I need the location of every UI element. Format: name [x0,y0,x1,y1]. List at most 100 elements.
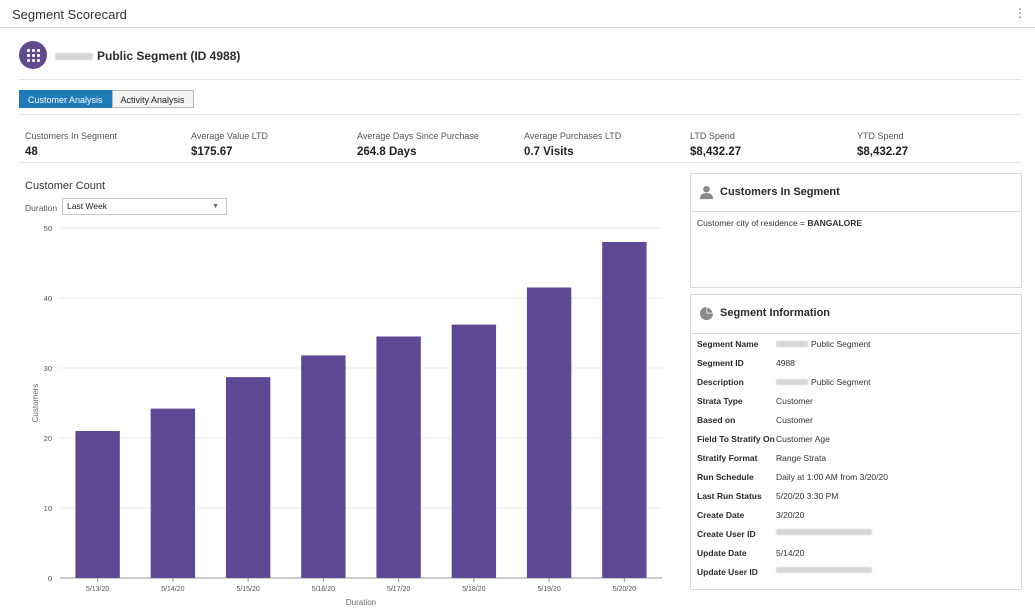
info-value: 4988 [776,358,795,368]
customer-count-chart: 0 10 20 30 40 50 5/13/20 5/14/20 5/15/20 5/16/20 5… [31,224,662,607]
x-tick-label: 5/20/20 [613,586,636,593]
metric-value: $8,432.27 [690,146,742,158]
duration-select[interactable]: Last Week ▼ [62,198,227,215]
info-key: Stratify Format [697,453,758,463]
x-tick-label: 5/14/20 [161,586,184,593]
metric-ytd-spend: YTD Spend $8,432.27 [857,131,908,158]
info-key: Create User ID [697,529,756,539]
tab-activity-analysis[interactable]: Activity Analysis [111,90,194,108]
metric-value: 264.8 Days [357,146,417,158]
info-key: Description [697,377,744,387]
x-tick-label: 5/16/20 [312,586,335,593]
info-value: 3/20/20 [776,510,804,520]
info-value-text: Public Segment [811,377,871,387]
bar [526,287,572,578]
person-icon [699,185,714,200]
info-key: Last Run Status [697,491,762,501]
info-value: Range Strata [776,453,826,463]
segment-name: Public Segment (ID 4988) [55,49,240,63]
info-value: 5/14/20 [776,548,804,558]
redacted-text [776,567,872,573]
panel-title: Customers In Segment [720,186,840,198]
metric-label: Average Value LTD [191,131,269,141]
metric-label: Customers In Segment [25,131,118,141]
segment-rule-value: BANGALORE [807,218,863,228]
y-tick-label: 30 [44,364,52,373]
page-title: Segment Scorecard [12,7,127,22]
duration-select-value: Last Week [67,201,108,211]
metric-value: $8,432.27 [857,146,909,158]
metric-ltd-spend: LTD Spend $8,432.27 [690,131,741,158]
divider [19,162,1021,163]
metric-value: $175.67 [191,146,233,158]
info-value-text: Customer Age [776,434,830,444]
redacted-text [776,379,808,385]
info-key: Run Schedule [697,472,754,482]
redacted-text [776,341,808,347]
metric-average-days-since-purchase: Average Days Since Purchase 264.8 Days [357,131,479,158]
customers-in-segment-panel: Customers In Segment Customer city of re… [690,173,1022,288]
metric-customers-in-segment: Customers In Segment 48 [25,131,117,158]
info-key: Update User ID [697,567,758,577]
y-tick-label: 40 [44,294,52,303]
metric-label: YTD Spend [857,131,904,141]
info-value-text: 4988 [776,358,795,368]
metric-average-value-ltd: Average Value LTD $175.67 [191,131,268,158]
info-value-text: Daily at 1:00 AM from 3/20/20 [776,472,888,482]
x-tick-label: 5/13/20 [86,586,109,593]
pie-chart-icon [699,306,714,321]
info-key: Based on [697,415,736,425]
redacted-text [776,529,872,535]
duration-label: Duration [25,203,58,213]
chart-title: Customer Count [25,180,106,192]
bar [75,431,120,578]
info-value-text: 5/20/20 3:30 PM [776,491,839,501]
metric-value: 48 [25,146,38,158]
metric-value: 0.7 Visits [524,146,574,158]
bar [301,355,346,578]
segment-information-panel: Segment Information Segment Name Public S… [690,294,1022,590]
bar [602,242,647,578]
x-tick-label: 5/15/20 [236,586,259,593]
panel-header: Customers In Segment [691,174,1021,212]
info-value: Public Segment [776,377,871,387]
segment-grid-icon [19,41,47,69]
metric-label: Average Purchases LTD [524,131,622,141]
y-tick-label: 0 [48,574,52,583]
segment-rule: Customer city of residence = BANGALORE [691,212,1021,234]
info-value: Customer [776,415,813,425]
info-value: Daily at 1:00 AM from 3/20/20 [776,472,888,482]
chevron-down-icon: ▼ [212,203,219,210]
x-tick-label: 5/17/20 [387,586,410,593]
segment-header: Public Segment (ID 4988) [19,41,1019,69]
metric-label: Average Days Since Purchase [357,131,479,141]
info-value-text: Customer [776,415,813,425]
x-tick-label: 5/18/20 [462,586,485,593]
bar [376,336,421,578]
panel-header: Segment Information [691,295,1021,334]
kebab-menu-icon[interactable]: ⋮ [1014,7,1026,19]
info-value-text: 3/20/20 [776,510,805,520]
info-value [776,567,875,573]
info-value-text: Range Strata [776,453,827,463]
y-tick-label: 10 [44,504,52,513]
panel-title: Segment Information [720,307,831,319]
bar [150,408,196,578]
divider [19,79,1021,80]
bar [225,377,271,578]
x-tick-label: 5/19/20 [537,586,560,593]
info-key: Segment Name [697,339,759,349]
y-tick-label: 50 [44,224,52,233]
info-value [776,529,875,535]
tab-bar: Customer Analysis Activity Analysis [19,90,194,108]
bar [451,324,497,578]
tab-customer-analysis[interactable]: Customer Analysis [19,90,112,108]
info-key: Field To Stratify On [697,434,775,444]
segment-rule-prefix: Customer city of residence = [697,218,808,228]
y-axis-label: Customers [31,384,40,423]
info-key: Update Date [697,548,747,558]
info-value-text: Public Segment [811,339,871,349]
segment-name-text: Public Segment (ID 4988) [97,49,241,63]
info-key: Create Date [697,510,745,520]
info-value: Public Segment [776,339,871,349]
